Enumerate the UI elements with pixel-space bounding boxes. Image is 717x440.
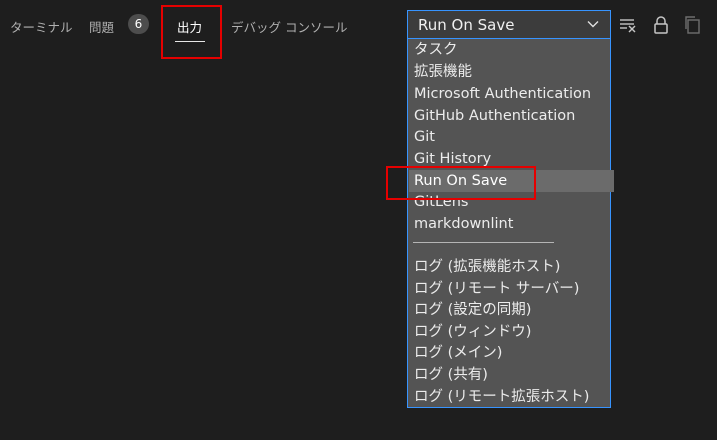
tab-debug-console[interactable]: デバッグ コンソール: [231, 17, 347, 36]
option-log-window[interactable]: ログ (ウィンドウ): [413, 321, 610, 343]
tab-terminal[interactable]: ターミナル: [10, 17, 73, 36]
tab-problems[interactable]: 問題: [89, 17, 114, 36]
option-log-remote-server[interactable]: ログ (リモート サーバー): [413, 278, 610, 300]
clear-output-icon[interactable]: [618, 15, 638, 35]
problems-count-badge: 6: [128, 14, 149, 34]
option-log-main[interactable]: ログ (メイン): [413, 342, 610, 364]
annotation-highlight-output-tab: [161, 5, 222, 59]
output-channel-selected-value: Run On Save: [418, 16, 515, 34]
option-log-settings-sync[interactable]: ログ (設定の同期): [413, 299, 610, 321]
option-log-shared[interactable]: ログ (共有): [413, 364, 610, 386]
option-microsoft-authentication[interactable]: Microsoft Authentication: [413, 83, 610, 105]
option-markdownlint[interactable]: markdownlint: [413, 213, 610, 235]
annotation-highlight-run-on-save: [386, 166, 536, 200]
output-channel-select[interactable]: Run On Save: [407, 10, 611, 39]
chevron-down-icon: [587, 21, 599, 28]
option-log-remote-extension-host[interactable]: ログ (リモート拡張ホスト): [413, 386, 610, 408]
option-extensions[interactable]: 拡張機能: [413, 61, 610, 83]
copy-icon[interactable]: [683, 15, 703, 35]
option-separator: [413, 242, 554, 243]
option-log-extension-host[interactable]: ログ (拡張機能ホスト): [413, 256, 610, 278]
option-git[interactable]: Git: [413, 126, 610, 148]
output-channel-dropdown: タスク 拡張機能 Microsoft Authentication GitHub…: [407, 39, 614, 408]
option-tasks[interactable]: タスク: [413, 39, 610, 61]
lock-icon[interactable]: [651, 15, 671, 35]
option-github-authentication[interactable]: GitHub Authentication: [413, 105, 610, 127]
